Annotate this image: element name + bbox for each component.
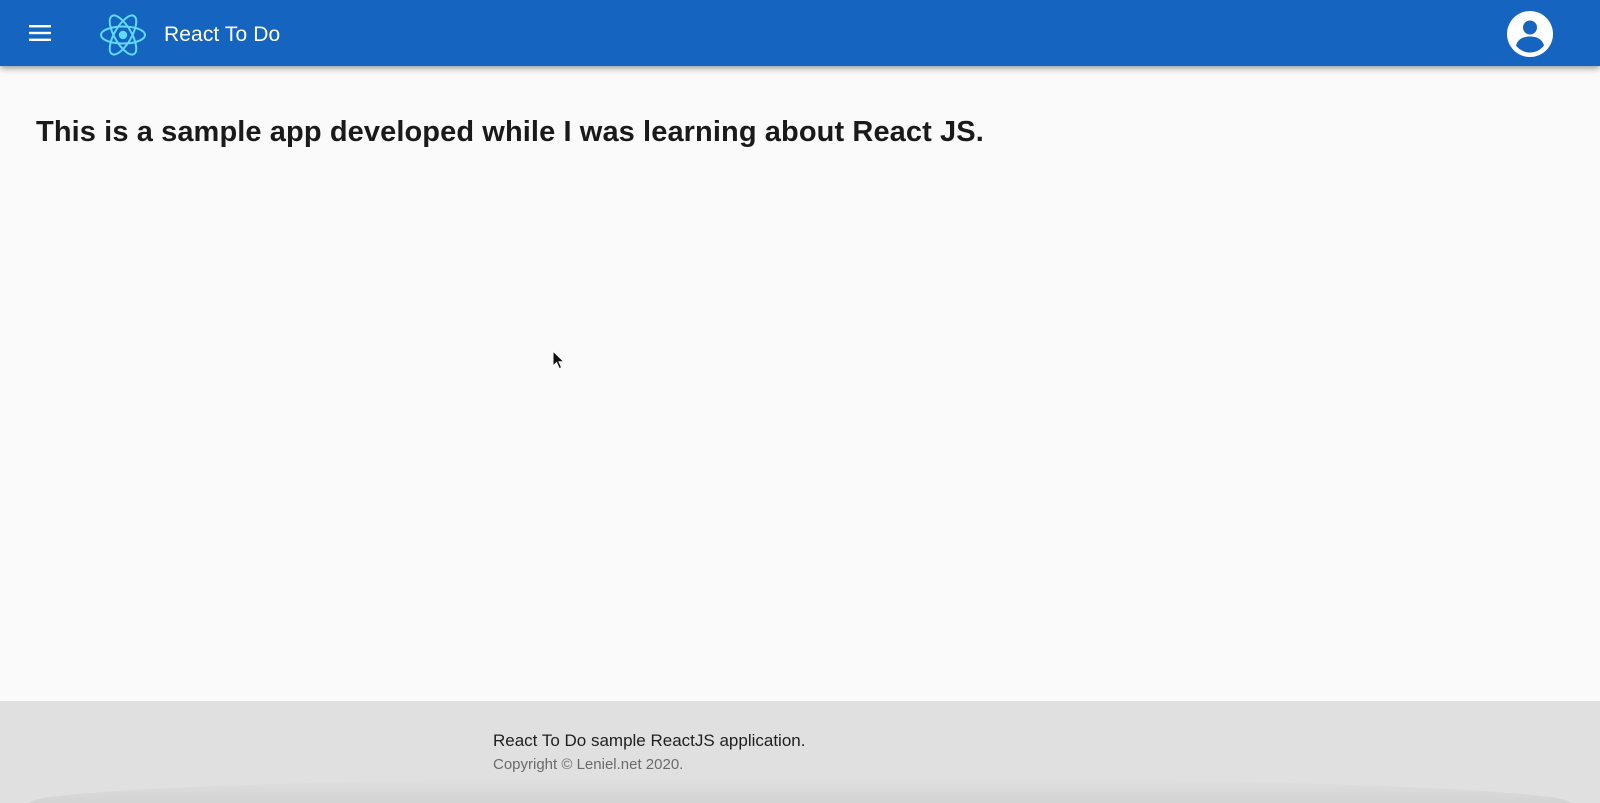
menu-button[interactable] — [18, 11, 62, 55]
react-logo-icon[interactable] — [99, 11, 147, 59]
footer-shadow — [30, 777, 1570, 803]
footer-text: React To Do sample ReactJS application. — [493, 731, 806, 750]
menu-icon — [29, 25, 51, 41]
page-headline: This is a sample app developed while I w… — [36, 116, 984, 148]
main-content: This is a sample app developed while I w… — [0, 66, 1600, 701]
account-button[interactable] — [1506, 10, 1554, 58]
footer: React To Do sample ReactJS application. … — [0, 701, 1600, 803]
app-root: React To Do This is a sample app develop… — [0, 0, 1600, 803]
app-title: React To Do — [164, 23, 281, 46]
app-bar: React To Do — [0, 0, 1600, 66]
account-circle-icon — [1507, 11, 1553, 57]
footer-content: React To Do sample ReactJS application. … — [493, 730, 805, 774]
footer-copyright: Copyright © Leniel.net 2020. — [493, 756, 684, 773]
